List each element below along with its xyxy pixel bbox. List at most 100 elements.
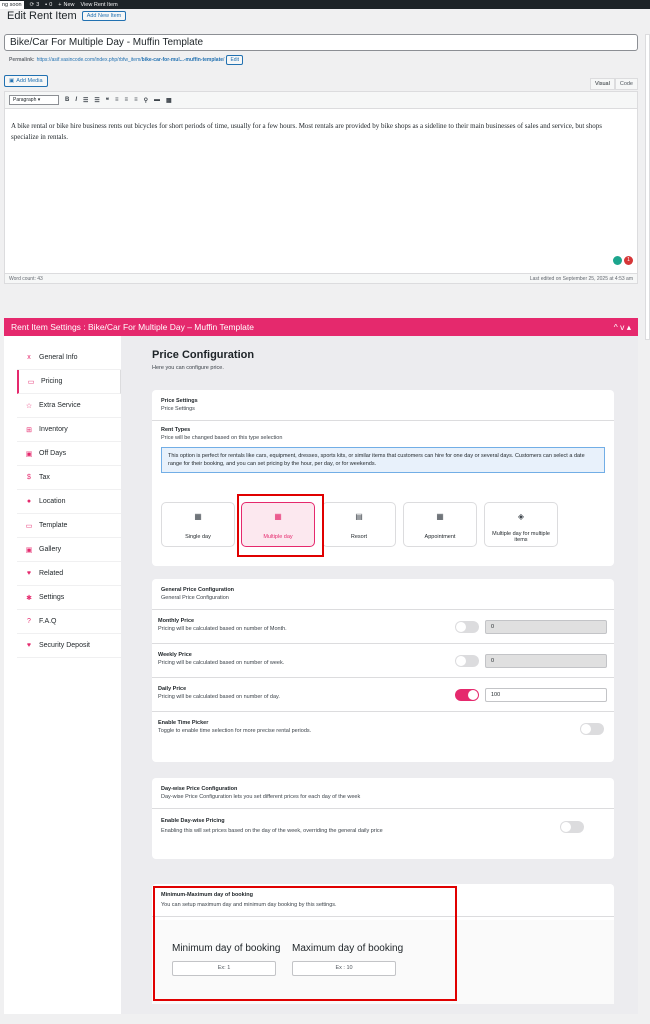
daywise-price-card: Day-wise Price Configuration Day-wise Pr… [152, 778, 614, 859]
italic-icon[interactable]: I [75, 97, 77, 103]
nav-label: Related [39, 570, 64, 577]
align-left-icon[interactable]: ≡ [115, 97, 119, 103]
updates-icon: ⟳ [29, 1, 35, 8]
panel-arrows-icon[interactable]: ^ v ▴ [614, 322, 631, 333]
tab-code[interactable]: Code [614, 78, 638, 90]
nav-icon: ? [27, 618, 31, 625]
rent-type-info: This option is perfect for rentals like … [161, 447, 605, 473]
add-media-button[interactable]: ▣ Add Media [4, 75, 48, 87]
sidebar-item-tax[interactable]: $ Tax [17, 466, 121, 490]
bold-icon[interactable]: B [65, 97, 69, 103]
view-rent-item-link[interactable]: View Rent Item [81, 2, 118, 8]
pricing-panel: Price Configuration Here you can configu… [121, 336, 638, 1014]
nav-label: Off Days [39, 450, 67, 457]
nav-label: Gallery [39, 546, 62, 553]
nav-icon: ⊞ [26, 426, 32, 434]
sidebar-item-settings[interactable]: ✱ Settings [17, 586, 121, 610]
daywise-header: Day-wise Price Configuration Day-wise Pr… [152, 778, 614, 809]
side-panel-edge [645, 34, 650, 340]
sidebar-item-security-deposit[interactable]: ♥ Security Deposit [17, 634, 121, 658]
permalink-edit-button[interactable]: Edit [226, 55, 244, 65]
nav-icon: ♥ [26, 642, 32, 649]
daily-price-input[interactable]: 100 [485, 688, 607, 702]
sidebar-item-extra-service[interactable]: ☆ Extra Service [17, 394, 121, 418]
align-right-icon[interactable]: ≡ [134, 97, 138, 103]
permalink-label: Permalink: [9, 57, 35, 63]
price-settings-header: Price Settings Price Settings [152, 390, 614, 421]
content-editor: Paragraph ▾ B I ☰ ☰ ❝ ≡ ≡ ≡ ⚲ ▬ ▦ A bike… [4, 91, 638, 284]
settings-header: Rent Item Settings : Bike/Car For Multip… [4, 318, 638, 336]
numbered-list-icon[interactable]: ☰ [94, 97, 99, 104]
link-icon[interactable]: ⚲ [144, 97, 148, 104]
nav-icon: x [27, 354, 31, 361]
bullet-list-icon[interactable]: ☰ [83, 97, 88, 104]
nav-icon: ▣ [25, 450, 33, 458]
daily-price-toggle[interactable] [455, 689, 479, 701]
nav-label: Pricing [41, 378, 63, 385]
general-price-card: General Price Configuration General Pric… [152, 579, 614, 762]
updates-item[interactable]: ⟳ 3 [30, 2, 40, 8]
sidebar-item-inventory[interactable]: ⊞ Inventory [17, 418, 121, 442]
sidebar-item-location[interactable]: ● Location [17, 490, 121, 514]
add-new-item-button[interactable]: Add New Item [81, 11, 127, 21]
weekly-price-toggle[interactable] [455, 655, 479, 667]
calendar-check-icon: ▦ [436, 512, 444, 521]
settings-nav: x General Info ▭ Pricing ☆ Extra Service ⊞ Inve… [17, 346, 121, 658]
comments-item[interactable]: ▪ 0 [45, 2, 52, 8]
daywise-pricing-toggle[interactable] [560, 821, 584, 833]
nav-label: Inventory [39, 426, 68, 433]
align-center-icon[interactable]: ≡ [125, 97, 129, 103]
nav-icon: $ [27, 474, 31, 481]
new-item[interactable]: + New [58, 2, 74, 8]
rent-type-single-day[interactable]: ▦ Single day [161, 502, 235, 547]
sidebar-item-pricing[interactable]: ▭ Pricing [17, 370, 121, 394]
tab-visual[interactable]: Visual [589, 78, 615, 90]
calendar-icon: ▦ [194, 512, 202, 521]
nav-label: Extra Service [39, 402, 81, 409]
nav-icon: ▭ [25, 522, 33, 530]
daywise-toggle-row: Enable Day-wise Pricing Enabling this wi… [152, 809, 614, 843]
rent-type-appointment[interactable]: ▦ Appointment [403, 502, 477, 547]
rent-type-multiple-items[interactable]: ◈ Multiple day for multiple items [484, 502, 558, 547]
sidebar-item-f-a-q[interactable]: ? F.A.Q [17, 610, 121, 634]
rent-types-section: Rent Types Price will be changed based o… [152, 421, 614, 479]
section-subtitle: Here you can configure price. [152, 365, 224, 371]
settings-body: x General Info ▭ Pricing ☆ Extra Service ⊞ Inve… [4, 336, 638, 1014]
general-price-header: General Price Configuration General Pric… [161, 587, 235, 601]
nav-label: Security Deposit [39, 642, 90, 649]
monthly-price-row: Monthly Price Pricing will be calculated… [152, 609, 614, 643]
toolbar-toggle-icon[interactable]: ▦ [166, 97, 172, 104]
time-picker-toggle[interactable] [580, 723, 604, 735]
monthly-price-toggle[interactable] [455, 621, 479, 633]
permalink: Permalink: https://asif.vasincode.com/in… [9, 55, 244, 65]
blockquote-icon[interactable]: ❝ [106, 97, 109, 104]
post-title-input[interactable]: Bike/Car For Multiple Day - Muffin Templ… [4, 34, 638, 51]
weekly-price-input[interactable]: 0 [485, 654, 607, 668]
settings-title: Rent Item Settings : Bike/Car For Multip… [11, 322, 254, 332]
section-title: Price Configuration [152, 349, 255, 361]
plus-icon: + [58, 1, 62, 8]
permalink-url[interactable]: https://asif.vasincode.com/index.php/rbf… [37, 57, 225, 63]
nav-icon: ● [26, 498, 32, 505]
coming-soon-badge[interactable]: ng soon [0, 0, 24, 9]
more-icon[interactable]: ▬ [154, 97, 160, 103]
word-count: Word count: 43 [9, 275, 43, 282]
nav-icon: ▭ [27, 378, 35, 386]
editor-content[interactable]: A bike rental or bike hire business rent… [5, 109, 637, 155]
sidebar-item-template[interactable]: ▭ Template [17, 514, 121, 538]
editor-status-bar: Word count: 43 Last edited on September … [5, 273, 637, 283]
format-select[interactable]: Paragraph ▾ [9, 95, 59, 105]
editor-toolbar: Paragraph ▾ B I ☰ ☰ ❝ ≡ ≡ ≡ ⚲ ▬ ▦ [5, 92, 637, 109]
grammarly-icon [613, 256, 622, 265]
monthly-price-input[interactable]: 0 [485, 620, 607, 634]
rent-type-resort[interactable]: ▤ Resort [322, 502, 396, 547]
nav-label: General Info [39, 354, 78, 361]
nav-icon: ☆ [25, 402, 33, 410]
sidebar-item-related[interactable]: ♥ Related [17, 562, 121, 586]
grammarly-widget[interactable]: 1 [613, 256, 633, 265]
sidebar-item-gallery[interactable]: ▣ Gallery [17, 538, 121, 562]
sidebar-item-general-info[interactable]: x General Info [17, 346, 121, 370]
sidebar-item-off-days[interactable]: ▣ Off Days [17, 442, 121, 466]
time-picker-row: Enable Time Picker Toggle to enable time… [152, 711, 614, 745]
nav-label: Settings [39, 594, 65, 601]
